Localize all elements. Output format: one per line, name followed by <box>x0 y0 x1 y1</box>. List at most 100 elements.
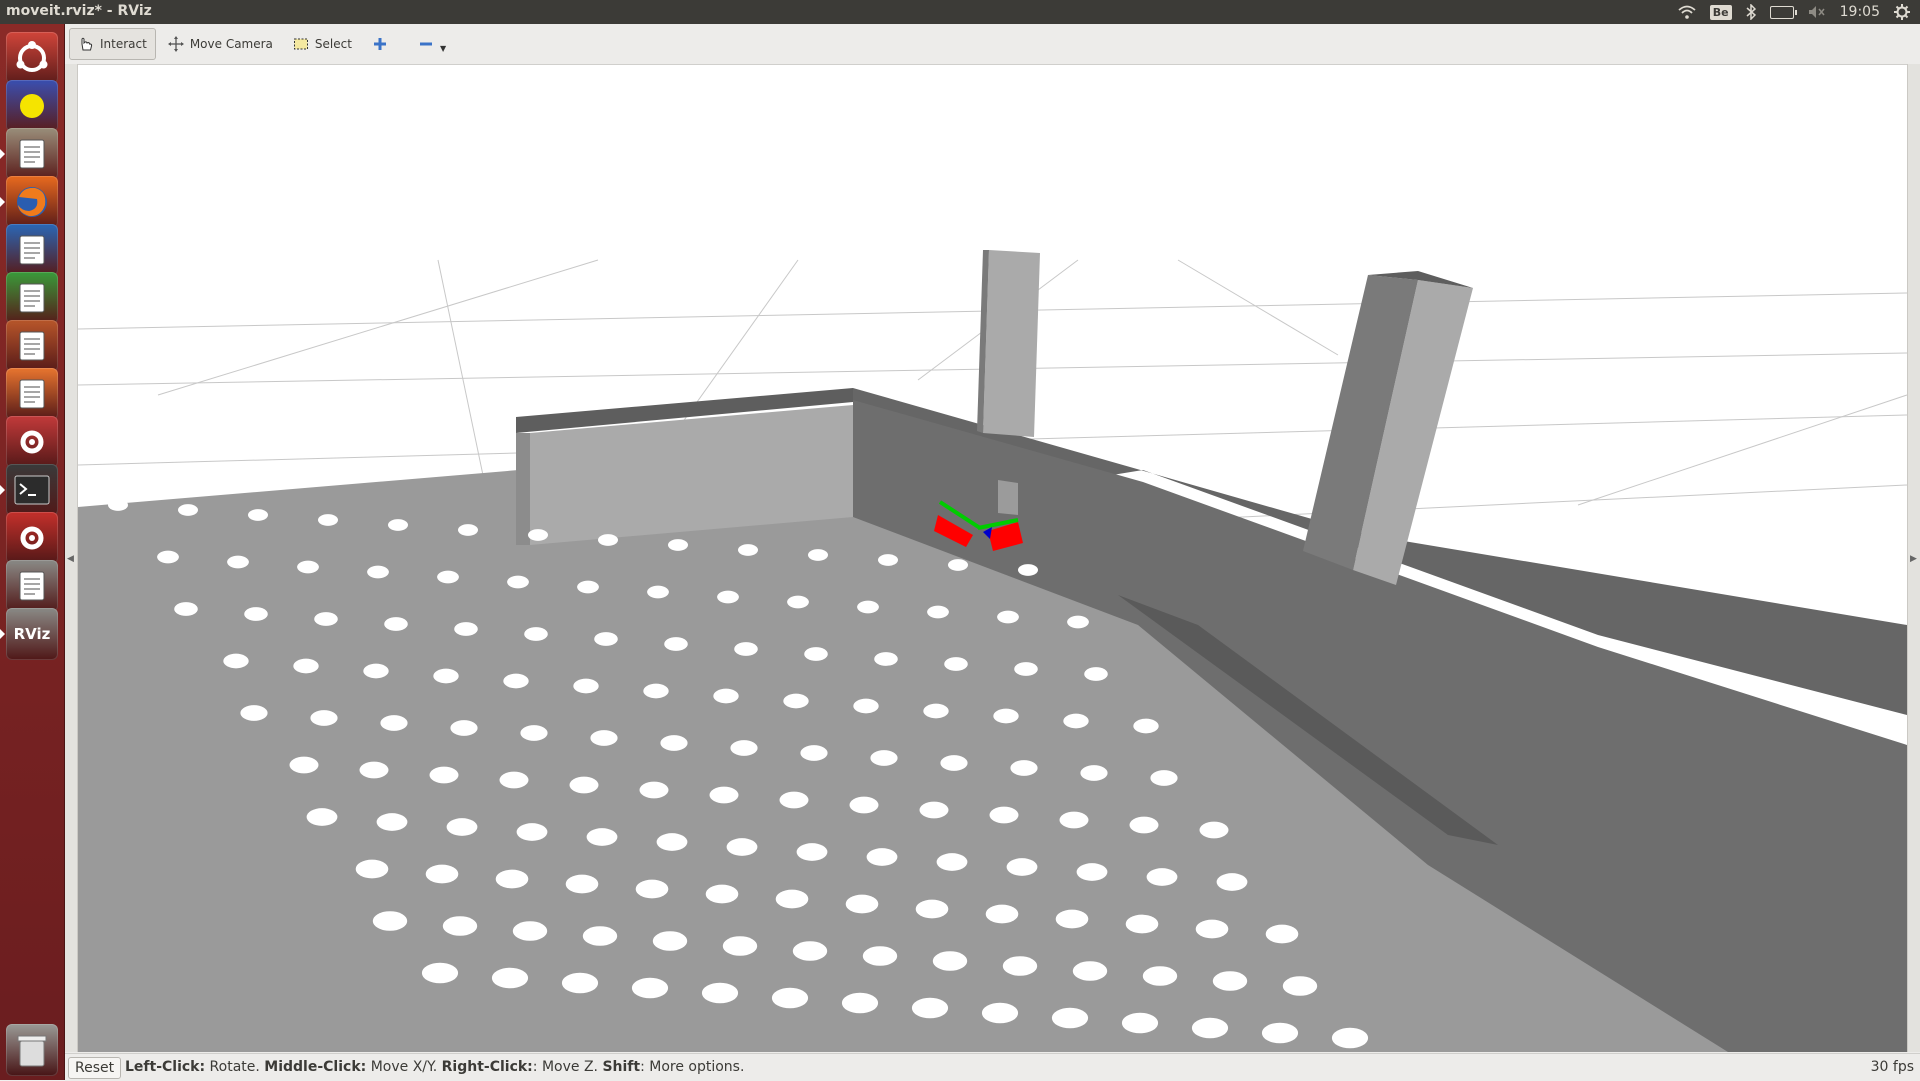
floor-hole <box>582 926 618 946</box>
floor-hole <box>862 946 898 966</box>
floor-hole <box>709 786 739 804</box>
floor-hole <box>310 710 338 726</box>
floor-hole <box>297 560 319 574</box>
floor-hole <box>1018 564 1038 576</box>
system-monitor-icon[interactable] <box>6 80 58 132</box>
floor-hole <box>660 735 688 751</box>
wifi-icon[interactable] <box>1678 0 1696 24</box>
system-gear-icon[interactable] <box>1894 0 1910 24</box>
select-tool-button[interactable]: Select <box>285 29 360 59</box>
floor-hole <box>796 843 828 861</box>
floor-hole <box>866 848 898 866</box>
floor-hole <box>1080 765 1108 781</box>
keyboard-layout-indicator[interactable]: Be <box>1709 0 1732 24</box>
floor-hole <box>845 894 879 914</box>
move-camera-tool-button[interactable]: Move Camera <box>160 29 281 59</box>
impress-icon[interactable] <box>6 320 58 372</box>
floor-hole <box>1265 924 1299 944</box>
remove-tool-button[interactable]: ▼ <box>410 29 454 59</box>
reset-button[interactable]: Reset <box>68 1057 122 1079</box>
pillar-left-face <box>983 250 1040 437</box>
floor-hole <box>1282 976 1318 996</box>
trash-icon[interactable] <box>6 1024 58 1076</box>
clock[interactable]: 19:05 <box>1840 0 1880 24</box>
floor-hole <box>499 771 529 789</box>
add-tool-button[interactable] <box>364 29 396 59</box>
floor-hole <box>808 549 828 561</box>
files-icon[interactable] <box>0 128 58 180</box>
settings-gear-icon[interactable] <box>6 512 58 564</box>
floor-hole <box>1014 662 1038 676</box>
fps-readout: 30 fps <box>1870 1059 1914 1075</box>
running-indicator <box>0 197 5 207</box>
rviz-window: Interact Move Camera Select ▼ ◀ ▶ Reset … <box>65 24 1920 1081</box>
floor-hole <box>450 720 478 736</box>
floor-hole <box>380 715 408 731</box>
system-tray: Be 19:05 <box>1678 0 1910 24</box>
floor-hole <box>594 632 618 646</box>
right-dock-handle[interactable]: ▶ <box>1907 64 1920 1052</box>
scene-render[interactable] <box>78 65 1907 1052</box>
floor-hole <box>306 808 338 826</box>
floor-hole <box>516 823 548 841</box>
floor-hole <box>734 642 758 656</box>
grid-line <box>157 259 599 396</box>
floor-hole <box>376 813 408 831</box>
floor-hole <box>713 688 739 704</box>
collapse-left-icon[interactable]: ◀ <box>67 554 74 564</box>
floor-hole <box>442 916 478 936</box>
left-dock-handle[interactable]: ◀ <box>65 64 78 1052</box>
dash-home-icon[interactable] <box>6 32 58 84</box>
floor-hole <box>771 987 809 1009</box>
floor-hole <box>775 889 809 909</box>
floor-hole <box>1084 667 1108 681</box>
floor-hole <box>1059 811 1089 829</box>
floor-hole <box>491 967 529 989</box>
bluetooth-icon[interactable] <box>1746 0 1756 24</box>
move-camera-icon <box>167 36 184 52</box>
grid-line <box>1577 394 1907 506</box>
firefox-icon[interactable] <box>0 176 58 228</box>
interact-tool-button[interactable]: Interact <box>69 28 156 60</box>
floor-hole <box>590 730 618 746</box>
floor-hole <box>240 705 268 721</box>
floor-hole <box>936 853 968 871</box>
running-indicator <box>0 149 5 159</box>
floor-hole <box>948 559 968 571</box>
terminal-icon[interactable] <box>0 464 58 516</box>
floor-hole <box>528 529 548 541</box>
battery-icon[interactable] <box>1769 0 1797 24</box>
volume-muted-icon[interactable] <box>1808 0 1826 24</box>
floor-hole <box>1063 713 1089 729</box>
floor-hole <box>355 859 389 879</box>
floor-hole <box>878 554 898 566</box>
floor-hole <box>1199 821 1229 839</box>
floor-hole <box>1051 1007 1089 1029</box>
running-indicator <box>0 629 5 639</box>
system-settings-icon[interactable] <box>6 416 58 468</box>
floor-hole <box>705 884 739 904</box>
floor-hole <box>586 828 618 846</box>
text-editor-icon[interactable] <box>6 560 58 612</box>
floor-hole <box>367 565 389 579</box>
3d-render-view[interactable] <box>78 65 1907 1052</box>
software-center-icon[interactable] <box>6 368 58 420</box>
writer-icon[interactable] <box>6 224 58 276</box>
collapse-right-icon[interactable]: ▶ <box>1910 554 1917 564</box>
rviz-icon[interactable]: RViz <box>0 608 58 660</box>
floor-hole <box>853 698 879 714</box>
floor-hole <box>1055 909 1089 929</box>
floor-hole <box>783 693 809 709</box>
floor-hole <box>997 610 1019 624</box>
floor-hole <box>421 962 459 984</box>
launcher: RViz <box>0 24 65 1080</box>
floor-hole <box>598 534 618 546</box>
status-bar: Reset Left-Click: Rotate. Middle-Click: … <box>65 1053 1920 1081</box>
floor-hole <box>1125 914 1159 934</box>
calc-icon[interactable] <box>6 272 58 324</box>
floor-hole <box>244 607 268 621</box>
floor-hole <box>1072 961 1108 981</box>
floor-hole <box>639 781 669 799</box>
floor-hole <box>363 663 389 679</box>
floor-hole <box>631 977 669 999</box>
